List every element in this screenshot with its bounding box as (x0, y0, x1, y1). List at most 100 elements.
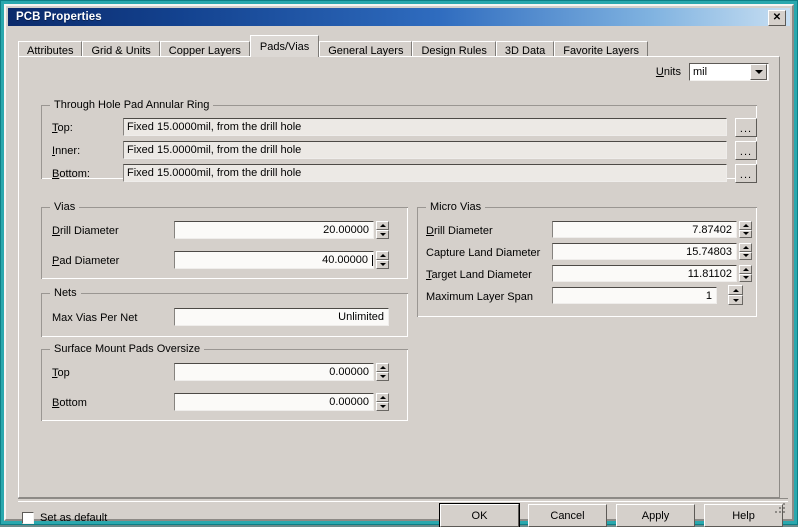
micro-vias-target-land-label: Target Land Diameter (426, 269, 532, 281)
set-as-default-checkbox[interactable] (22, 512, 34, 524)
ellipsis-icon: ... (739, 169, 753, 181)
window-frame: PCB Properties ✕ Attributes Grid & Units… (0, 0, 798, 527)
stepper-down-icon[interactable] (728, 295, 743, 305)
vias-pad-diameter-stepper[interactable] (376, 251, 389, 269)
stepper-down-icon[interactable] (376, 230, 389, 239)
tab-label: Attributes (27, 44, 74, 57)
vias-drill-diameter-value: 20.00000 (323, 224, 369, 236)
annular-ring-bottom-field[interactable]: Fixed 15.0000mil, from the drill hole (123, 164, 727, 182)
footer-divider (18, 498, 788, 502)
set-as-default-row[interactable]: Set as default (22, 512, 107, 524)
annular-ring-inner-browse-button[interactable]: ... (735, 141, 757, 160)
apply-button[interactable]: Apply (616, 504, 695, 527)
micro-vias-target-land-value: 11.81102 (687, 267, 732, 280)
vias-pad-diameter-label: Pad Diameter (52, 255, 120, 267)
ok-button[interactable]: OK (439, 503, 520, 527)
tab-label: Pads/Vias (259, 40, 310, 53)
ellipsis-icon: ... (739, 123, 753, 135)
stepper-up-icon[interactable] (376, 251, 389, 260)
stepper-down-icon[interactable] (376, 260, 389, 269)
tab-label: 3D Data (504, 44, 546, 57)
smd-bottom-field[interactable]: 0.00000 (174, 393, 374, 411)
close-icon[interactable]: ✕ (768, 10, 786, 26)
micro-vias-capture-land-value: 15.74803 (686, 245, 732, 258)
group-annular-ring-legend: Through Hole Pad Annular Ring (50, 99, 214, 111)
stepper-up-icon[interactable] (739, 265, 752, 274)
micro-vias-capture-land-stepper[interactable] (739, 243, 752, 260)
tab-label: Design Rules (421, 44, 487, 57)
tab-label: Grid & Units (91, 44, 151, 57)
set-as-default-label: Set as default (40, 512, 108, 524)
stepper-down-icon[interactable] (739, 251, 752, 260)
tab-panel-pads-vias: Units mil Through Hole Pad Annular Ring … (18, 56, 780, 498)
tab-label: Copper Layers (168, 44, 241, 57)
smd-top-stepper[interactable] (376, 363, 389, 381)
micro-vias-capture-land-label: Capture Land Diameter (426, 247, 541, 259)
ellipsis-icon: ... (739, 146, 753, 158)
help-button-label: Help (732, 509, 755, 522)
stepper-down-icon[interactable] (739, 229, 752, 238)
nets-max-vias-label: Max Vias Per Net (52, 312, 138, 324)
vias-drill-diameter-field[interactable]: 20.00000 (174, 221, 374, 239)
annular-ring-top-browse-button[interactable]: ... (735, 118, 757, 137)
micro-vias-drill-diameter-field[interactable]: 7.87402 (552, 221, 737, 238)
annular-ring-bottom-browse-button[interactable]: ... (735, 164, 757, 183)
units-value: mil (693, 66, 708, 78)
micro-vias-drill-diameter-label: Drill Diameter (426, 225, 493, 237)
smd-top-value: 0.00000 (329, 366, 369, 378)
micro-vias-target-land-stepper[interactable] (739, 265, 752, 282)
tab-pads-vias[interactable]: Pads/Vias (249, 35, 320, 57)
group-micro-vias-legend: Micro Vias (426, 201, 486, 213)
smd-bottom-value: 0.00000 (329, 396, 369, 408)
units-select[interactable]: mil (689, 63, 769, 81)
nets-max-vias-value: Unlimited (338, 311, 384, 323)
micro-vias-max-layer-span-field[interactable]: 1 (552, 287, 717, 304)
help-button[interactable]: Help (704, 504, 783, 527)
chevron-down-icon[interactable] (750, 64, 767, 80)
group-vias-legend: Vias (50, 201, 80, 213)
close-glyph: ✕ (772, 12, 782, 23)
micro-vias-drill-diameter-value: 7.87402 (692, 223, 732, 236)
stepper-up-icon[interactable] (728, 285, 743, 295)
units-label: Units (655, 66, 681, 78)
annular-ring-top-label: Top: (52, 122, 73, 134)
stepper-up-icon[interactable] (376, 221, 389, 230)
stepper-up-icon[interactable] (376, 393, 389, 402)
smd-bottom-stepper[interactable] (376, 393, 389, 411)
tab-strip: Attributes Grid & Units Copper Layers Pa… (18, 35, 778, 59)
smd-top-field[interactable]: 0.00000 (174, 363, 374, 381)
annular-ring-inner-label: Inner: (52, 145, 81, 157)
apply-button-label: Apply (641, 509, 670, 522)
annular-ring-top-field[interactable]: Fixed 15.0000mil, from the drill hole (123, 118, 727, 136)
micro-vias-target-land-field[interactable]: 11.81102 (552, 265, 737, 282)
micro-vias-max-layer-span-stepper[interactable] (728, 285, 743, 305)
stepper-up-icon[interactable] (739, 221, 752, 230)
tab-label: General Layers (328, 44, 404, 57)
vias-pad-diameter-field[interactable]: 40.00000 (174, 251, 374, 269)
stepper-down-icon[interactable] (739, 273, 752, 282)
stepper-down-icon[interactable] (376, 402, 389, 411)
micro-vias-drill-diameter-stepper[interactable] (739, 221, 752, 238)
stepper-up-icon[interactable] (739, 243, 752, 252)
cancel-button-label: Cancel (550, 509, 585, 522)
micro-vias-capture-land-field[interactable]: 15.74803 (552, 243, 737, 260)
micro-vias-max-layer-span-label: Maximum Layer Span (426, 291, 533, 303)
resize-grip[interactable] (775, 503, 785, 513)
stepper-up-icon[interactable] (376, 363, 389, 372)
vias-drill-diameter-stepper[interactable] (376, 221, 389, 239)
nets-max-vias-field[interactable]: Unlimited (174, 308, 389, 326)
dialog-client-area: Attributes Grid & Units Copper Layers Pa… (8, 26, 790, 527)
annular-ring-bottom-label: Bottom: (52, 168, 90, 180)
smd-top-label: Top (52, 367, 70, 379)
vias-drill-diameter-label: Drill Diameter (52, 225, 119, 237)
annular-ring-inner-value: Fixed 15.0000mil, from the drill hole (127, 144, 302, 156)
annular-ring-top-value: Fixed 15.0000mil, from the drill hole (127, 121, 302, 133)
stepper-down-icon[interactable] (376, 372, 389, 381)
tab-label: Favorite Layers (563, 44, 640, 57)
cancel-button[interactable]: Cancel (528, 504, 607, 527)
title-bar: PCB Properties ✕ (8, 8, 790, 26)
vias-pad-diameter-value: 40.00000 (322, 254, 369, 266)
annular-ring-inner-field[interactable]: Fixed 15.0000mil, from the drill hole (123, 141, 727, 159)
micro-vias-max-layer-span-value: 1 (705, 289, 712, 302)
annular-ring-bottom-value: Fixed 15.0000mil, from the drill hole (127, 167, 302, 179)
